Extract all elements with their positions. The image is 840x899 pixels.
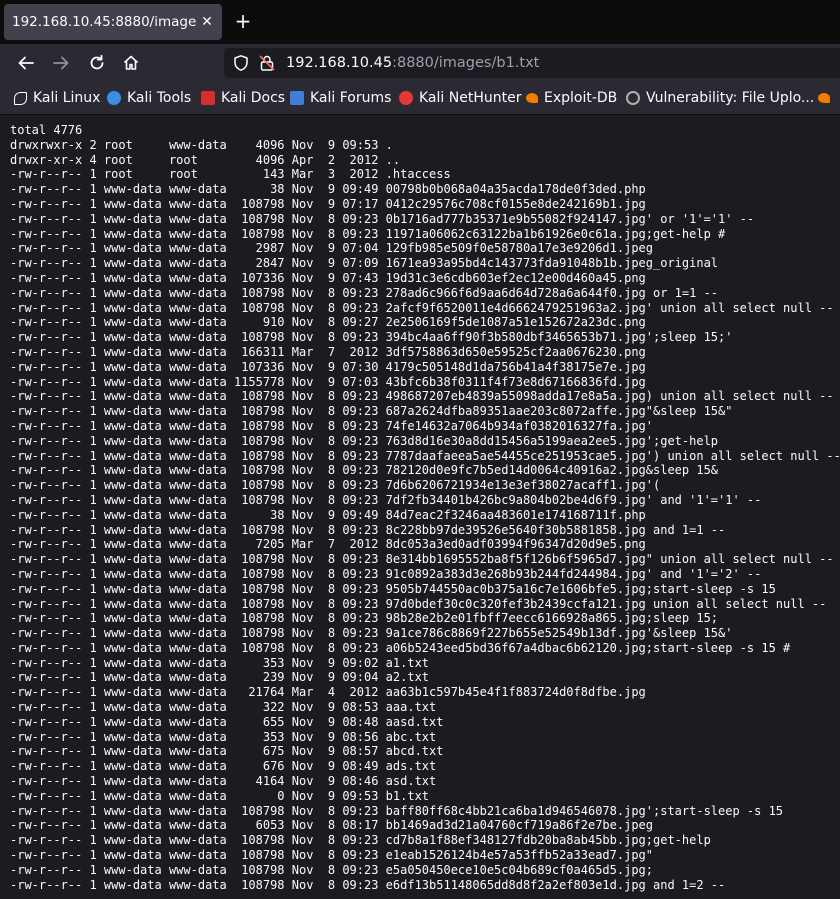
close-icon[interactable]: ✕	[198, 13, 216, 31]
listing-line: -rw-r--r-- 1 www-data www-data 4164 Nov …	[10, 774, 437, 789]
insecure-lock-icon[interactable]	[258, 54, 276, 72]
listing-line: -rw-r--r-- 1 www-data www-data 108798 No…	[10, 833, 711, 848]
listing-line: -rw-r--r-- 1 www-data www-data 108798 No…	[10, 300, 834, 315]
tab-title: 192.168.10.45:8880/images/b1.txt	[12, 14, 197, 30]
listing-line: -rw-r--r-- 1 www-data www-data 239 Nov 9…	[10, 670, 430, 685]
url-text[interactable]: 192.168.10.45:8880/images/b1.txt	[286, 48, 539, 78]
listing-line: -rw-r--r-- 1 www-data www-data 108798 No…	[10, 389, 834, 404]
address-bar[interactable]: 192.168.10.45:8880/images/b1.txt	[224, 48, 840, 78]
listing-line: -rw-r--r-- 1 root root 143 Mar 3 2012 .h…	[10, 167, 451, 182]
listing-line: -rw-r--r-- 1 www-data www-data 0 Nov 9 0…	[10, 788, 430, 803]
page-content: total 4776 drwxrwxr-x 2 root www-data 40…	[0, 115, 840, 899]
reload-button[interactable]	[85, 51, 109, 75]
listing-line: -rw-r--r-- 1 www-data www-data 108798 No…	[10, 330, 733, 345]
bookmark-label: Vulnerability: File Uplo...	[646, 90, 815, 106]
listing-line: -rw-r--r-- 1 www-data www-data 108798 No…	[10, 404, 733, 419]
bookmarks-toolbar: Kali Linux Kali Tools Kali Docs Kali For…	[0, 82, 840, 115]
listing-line: -rw-r--r-- 1 www-data www-data 353 Nov 9…	[10, 655, 430, 670]
listing-line: -rw-r--r-- 1 www-data www-data 108798 No…	[10, 596, 827, 611]
bookmark-label: Kali Forums	[310, 90, 392, 106]
bookmark-label: Kali Linux	[33, 90, 101, 106]
dvwa-icon	[626, 91, 640, 105]
bookmark-label: Exploit-DB	[544, 90, 618, 106]
bookmark-label: Kali Docs	[221, 90, 286, 106]
listing-line: -rw-r--r-- 1 www-data www-data 2847 Nov …	[10, 256, 719, 271]
bookmark-kali-docs[interactable]: Kali Docs	[201, 82, 285, 114]
tab-strip: 192.168.10.45:8880/images/b1.txt ✕ +	[0, 0, 840, 44]
bookmark-kali-forums[interactable]: Kali Forums	[290, 82, 391, 114]
listing-line: -rw-r--r-- 1 www-data www-data 108798 No…	[10, 626, 733, 641]
listing-line: -rw-r--r-- 1 www-data www-data 108798 No…	[10, 552, 834, 567]
kali-forums-icon	[290, 91, 304, 105]
navigation-toolbar: 192.168.10.45:8880/images/b1.txt	[0, 44, 840, 82]
listing-line: drwxr-xr-x 4 root root 4096 Apr 2 2012 .…	[10, 152, 401, 167]
exploit-db-icon	[818, 93, 830, 103]
listing-line: -rw-r--r-- 1 www-data www-data 108798 No…	[10, 877, 726, 892]
back-button[interactable]	[14, 51, 38, 75]
home-button[interactable]	[119, 51, 143, 75]
listing-line: -rw-r--r-- 1 www-data www-data 108798 No…	[10, 611, 719, 626]
listing-line: -rw-r--r-- 1 www-data www-data 108798 No…	[10, 522, 726, 537]
back-arrow-icon	[18, 56, 34, 70]
listing-line: -rw-r--r-- 1 www-data www-data 108798 No…	[10, 285, 719, 300]
listing-line: -rw-r--r-- 1 www-data www-data 108798 No…	[10, 478, 661, 493]
home-icon	[123, 55, 139, 70]
listing-line: -rw-r--r-- 1 www-data www-data 910 Nov 8…	[10, 315, 646, 330]
listing-line: -rw-r--r-- 1 www-data www-data 108798 No…	[10, 862, 653, 877]
listing-line: -rw-r--r-- 1 www-data www-data 108798 No…	[10, 463, 719, 478]
listing-line: -rw-r--r-- 1 www-data www-data 2987 Nov …	[10, 241, 653, 256]
shield-icon[interactable]	[232, 54, 250, 72]
listing-line: -rw-r--r-- 1 www-data www-data 676 Nov 9…	[10, 759, 437, 774]
listing-line: -rw-r--r-- 1 www-data www-data 108798 No…	[10, 581, 776, 596]
bookmark-label: Kali NetHunter	[419, 90, 522, 106]
bookmark-kali-tools[interactable]: Kali Tools	[107, 82, 191, 114]
kali-docs-icon	[201, 91, 215, 105]
listing-line: -rw-r--r-- 1 www-data www-data 7205 Mar …	[10, 537, 646, 552]
bookmark-exploit-db[interactable]: Exploit-DB	[526, 82, 617, 114]
bookmark-label: Kali Tools	[127, 90, 192, 106]
listing-line: -rw-r--r-- 1 www-data www-data 108798 No…	[10, 803, 784, 818]
listing-line: -rw-r--r-- 1 www-data www-data 38 Nov 9 …	[10, 507, 646, 522]
bookmark-kali-nethunter[interactable]: Kali NetHunter	[399, 82, 521, 114]
listing-line: -rw-r--r-- 1 www-data www-data 107336 No…	[10, 270, 646, 285]
exploit-db-icon	[526, 93, 538, 103]
listing-line: -rw-r--r-- 1 www-data www-data 108798 No…	[10, 418, 653, 433]
listing-line: -rw-r--r-- 1 www-data www-data 108798 No…	[10, 433, 719, 448]
listing-line: -rw-r--r-- 1 www-data www-data 353 Nov 9…	[10, 729, 437, 744]
listing-line: -rw-r--r-- 1 www-data www-data 108798 No…	[10, 640, 791, 655]
new-tab-button[interactable]: +	[232, 10, 254, 32]
url-path: :8880/images/b1.txt	[392, 55, 540, 71]
listing-line: -rw-r--r-- 1 www-data www-data 108798 No…	[10, 211, 755, 226]
listing-line: -rw-r--r-- 1 www-data www-data 108798 No…	[10, 492, 762, 507]
kali-tools-icon	[107, 91, 121, 105]
listing-line: -rw-r--r-- 1 www-data www-data 21764 Mar…	[10, 685, 646, 700]
forward-arrow-icon	[53, 56, 69, 70]
listing-line: -rw-r--r-- 1 www-data www-data 38 Nov 9 …	[10, 182, 646, 197]
forward-button[interactable]	[49, 51, 73, 75]
listing-line: -rw-r--r-- 1 www-data www-data 6053 Nov …	[10, 818, 653, 833]
listing-line: -rw-r--r-- 1 www-data www-data 108798 No…	[10, 226, 726, 241]
tab-active[interactable]: 192.168.10.45:8880/images/b1.txt ✕	[4, 4, 222, 40]
nethunter-icon	[399, 91, 413, 105]
listing-line: -rw-r--r-- 1 www-data www-data 322 Nov 9…	[10, 700, 437, 715]
listing-line: -rw-r--r-- 1 www-data www-data 108798 No…	[10, 566, 762, 581]
listing-line: -rw-r--r-- 1 www-data www-data 675 Nov 9…	[10, 744, 444, 759]
directory-listing: total 4776 drwxrwxr-x 2 root www-data 40…	[0, 115, 840, 892]
listing-line: -rw-r--r-- 1 www-data www-data 166311 Ma…	[10, 344, 646, 359]
listing-line: total 4776	[10, 123, 83, 137]
reload-icon	[90, 54, 104, 70]
url-host: 192.168.10.45	[286, 55, 393, 71]
listing-line: -rw-r--r-- 1 www-data www-data 655 Nov 9…	[10, 714, 444, 729]
listing-line: -rw-r--r-- 1 www-data www-data 1155778 N…	[10, 374, 646, 389]
bookmark-file-upload[interactable]: Vulnerability: File Uplo...	[626, 82, 814, 114]
kali-dragon-icon	[14, 91, 27, 105]
listing-line: drwxrwxr-x 2 root www-data 4096 Nov 9 09…	[10, 137, 393, 152]
listing-line: -rw-r--r-- 1 www-data www-data 107336 No…	[10, 359, 646, 374]
listing-line: -rw-r--r-- 1 www-data www-data 108798 No…	[10, 196, 646, 211]
bookmark-kali-linux[interactable]: Kali Linux	[14, 82, 100, 114]
listing-line: -rw-r--r-- 1 www-data www-data 108798 No…	[10, 448, 840, 463]
bookmark-overflow[interactable]	[818, 82, 836, 114]
listing-line: -rw-r--r-- 1 www-data www-data 108798 No…	[10, 848, 653, 863]
